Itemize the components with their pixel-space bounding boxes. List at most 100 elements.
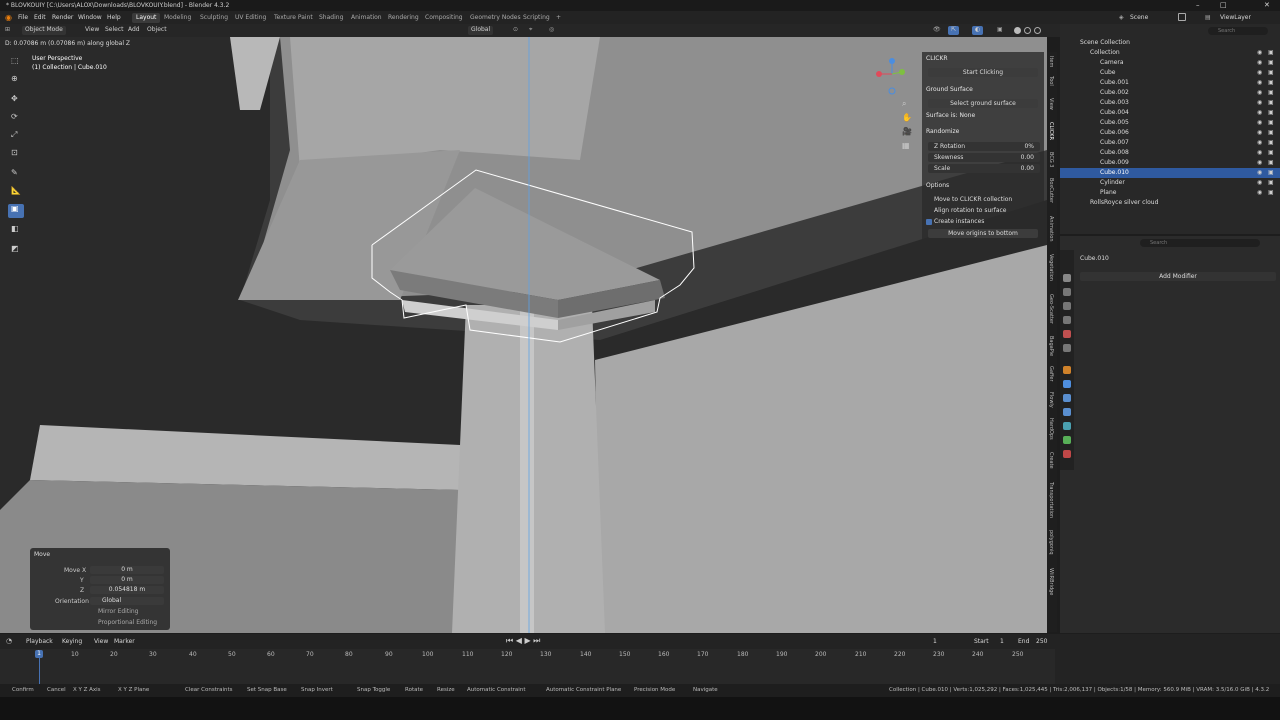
annotate-tool-icon[interactable]: ✎ <box>8 168 24 182</box>
move-origins-button[interactable]: Move origins to bottom <box>928 229 1038 238</box>
menu-render[interactable]: Render <box>52 14 73 21</box>
modifier-props-icon[interactable] <box>1063 380 1071 388</box>
tab-scripting[interactable]: Scripting <box>519 13 554 23</box>
output-props-icon[interactable] <box>1063 302 1071 310</box>
measure-tool-icon[interactable]: 📐 <box>8 186 24 200</box>
hardops-tool-icon[interactable]: ◩ <box>8 244 24 258</box>
clickr-panel-header[interactable]: CLICKR <box>926 55 948 62</box>
visibility-icon[interactable]: 👁 <box>930 26 944 35</box>
camera-render-icon[interactable]: ▣ <box>1268 128 1274 138</box>
camera-render-icon[interactable]: ▣ <box>1268 78 1274 88</box>
menu-object[interactable]: Object <box>144 26 170 35</box>
data-props-icon[interactable] <box>1063 436 1071 444</box>
outliner-row[interactable]: Cube.008 ◉ ▣ <box>1060 148 1280 158</box>
outliner-row[interactable]: Plane ◉ ▣ <box>1060 188 1280 198</box>
camera-render-icon[interactable]: ▣ <box>1268 158 1274 168</box>
outliner-row[interactable]: Cube.001 ◉ ▣ <box>1060 78 1280 88</box>
3d-viewport[interactable]: ⬚ ⊕ ✥ ⟳ ⤢ ⊡ ✎ 📐 ▣ ◧ ◩ User Perspective (… <box>0 37 1047 633</box>
pivot-icon[interactable]: ⊙ <box>510 26 521 35</box>
boxcutter-tool-icon[interactable]: ◧ <box>8 224 24 238</box>
skewness-field[interactable]: Skewness 0.00 <box>928 153 1040 162</box>
scene-collection-row[interactable]: Scene Collection <box>1060 38 1280 48</box>
tab-geometry-nodes[interactable]: Geometry Nodes <box>466 13 525 23</box>
outliner-row[interactable]: Cube ◉ ▣ <box>1060 68 1280 78</box>
shading-material-icon[interactable] <box>1024 27 1031 34</box>
camera-render-icon[interactable]: ▣ <box>1268 148 1274 158</box>
randomize-header[interactable]: Randomize <box>926 128 959 135</box>
outliner-row[interactable]: Camera ◉ ▣ <box>1060 58 1280 68</box>
collection-row[interactable]: Collection ◉ ▣ <box>1060 48 1280 58</box>
transform-orientation-dropdown[interactable]: Global <box>468 26 494 35</box>
move-panel-title[interactable]: Move <box>34 551 50 558</box>
tab-animation[interactable]: Animation <box>347 13 386 23</box>
transform-tool-icon[interactable]: ⊡ <box>8 148 24 162</box>
outliner-row[interactable]: Cylinder ◉ ▣ <box>1060 178 1280 188</box>
tab-texture-paint[interactable]: Texture Paint <box>270 13 317 23</box>
add-workspace-button[interactable]: + <box>552 13 565 23</box>
align-rotation-option[interactable]: Align rotation to surface <box>934 207 1007 214</box>
pan-hand-icon[interactable]: ✋ <box>902 113 912 122</box>
start-frame-field[interactable]: 1 <box>1000 638 1004 645</box>
outliner-row-selected[interactable]: Cube.010 ◉ ▣ <box>1060 168 1280 178</box>
camera-render-icon[interactable]: ▣ <box>1268 188 1274 198</box>
menu-window[interactable]: Window <box>78 14 102 21</box>
scene-props-icon[interactable] <box>1063 330 1071 338</box>
add-cube-tool-icon[interactable]: ▣ <box>8 204 24 218</box>
rotate-tool-icon[interactable]: ⟳ <box>8 112 24 126</box>
ortho-grid-icon[interactable]: ▦ <box>902 141 910 150</box>
gizmo-icon[interactable]: ⇱ <box>948 26 960 35</box>
world-props-icon[interactable] <box>1063 344 1071 352</box>
tab-hardops[interactable]: HardOps <box>1048 418 1054 440</box>
eye-icon[interactable]: ◉ <box>1257 88 1262 98</box>
move-x-field[interactable]: 0 m <box>90 566 164 574</box>
cursor-tool-icon[interactable]: ⊕ <box>8 74 24 88</box>
tab-shading[interactable]: Shading <box>315 13 347 23</box>
menu-help[interactable]: Help <box>107 14 121 21</box>
eye-icon[interactable]: ◉ <box>1257 58 1262 68</box>
menu-playback[interactable]: Playback <box>26 638 53 645</box>
eye-icon[interactable]: ◉ <box>1257 98 1262 108</box>
end-frame-field[interactable]: 250 <box>1036 638 1047 645</box>
start-clicking-button[interactable]: Start Clicking <box>928 68 1038 77</box>
outliner-row[interactable]: Cube.006 ◉ ▣ <box>1060 128 1280 138</box>
playback-controls[interactable]: ⏮ ◀ ▶ ⏭ <box>506 636 540 646</box>
proportional-edit-icon[interactable]: ◎ <box>546 26 557 35</box>
camera-render-icon[interactable]: ▣ <box>1268 138 1274 148</box>
tab-flowly[interactable]: Flowly <box>1048 392 1054 408</box>
tab-animation[interactable]: Animation <box>1048 216 1054 242</box>
xray-icon[interactable]: ▣ <box>994 26 1006 35</box>
outliner-row[interactable]: Cube.002 ◉ ▣ <box>1060 88 1280 98</box>
overlay-icon[interactable]: ◐ <box>972 26 984 35</box>
camera-render-icon[interactable]: ▣ <box>1268 88 1274 98</box>
tool-props-icon[interactable] <box>1063 274 1071 282</box>
scene-name[interactable]: Scene <box>1130 14 1148 21</box>
proportional-editing-checkbox[interactable]: Proportional Editing <box>98 619 157 626</box>
ground-surface-header[interactable]: Ground Surface <box>926 86 973 93</box>
camera-render-icon[interactable]: ▣ <box>1268 168 1274 178</box>
menu-keying[interactable]: Keying <box>62 638 82 645</box>
current-frame-field[interactable]: 1 <box>933 638 937 645</box>
eye-icon[interactable]: ◉ <box>1257 178 1262 188</box>
select-tool-icon[interactable]: ⬚ <box>8 56 24 70</box>
object-props-icon[interactable] <box>1063 366 1071 374</box>
tab-compositing[interactable]: Compositing <box>421 13 467 23</box>
tab-tool[interactable]: Tool <box>1048 76 1054 86</box>
tab-bagapie[interactable]: BagaPie <box>1048 336 1054 356</box>
tab-wiirbridge[interactable]: WiiRBridge <box>1048 568 1054 595</box>
physics-props-icon[interactable] <box>1063 408 1071 416</box>
menu-view[interactable]: View <box>82 26 102 35</box>
menu-marker[interactable]: Marker <box>114 638 135 645</box>
eye-icon[interactable]: ◉ <box>1257 158 1262 168</box>
tab-layout[interactable]: Layout <box>132 13 161 23</box>
scale-tool-icon[interactable]: ⤢ <box>8 130 24 144</box>
playhead-frame[interactable]: 1 <box>35 650 43 658</box>
snap-icon[interactable]: ⌖ <box>526 26 535 35</box>
camera-render-icon[interactable]: ▣ <box>1268 118 1274 128</box>
close-button[interactable]: ✕ <box>1264 1 1270 9</box>
tab-item[interactable]: Item <box>1048 56 1054 67</box>
outliner-search-input[interactable]: Search <box>1208 27 1268 35</box>
shading-rendered-icon[interactable] <box>1034 27 1041 34</box>
tab-sculpting[interactable]: Sculpting <box>196 13 232 23</box>
tab-transportation[interactable]: Transportation <box>1048 482 1054 518</box>
tab-polygoniq[interactable]: polygoniq <box>1048 530 1054 555</box>
